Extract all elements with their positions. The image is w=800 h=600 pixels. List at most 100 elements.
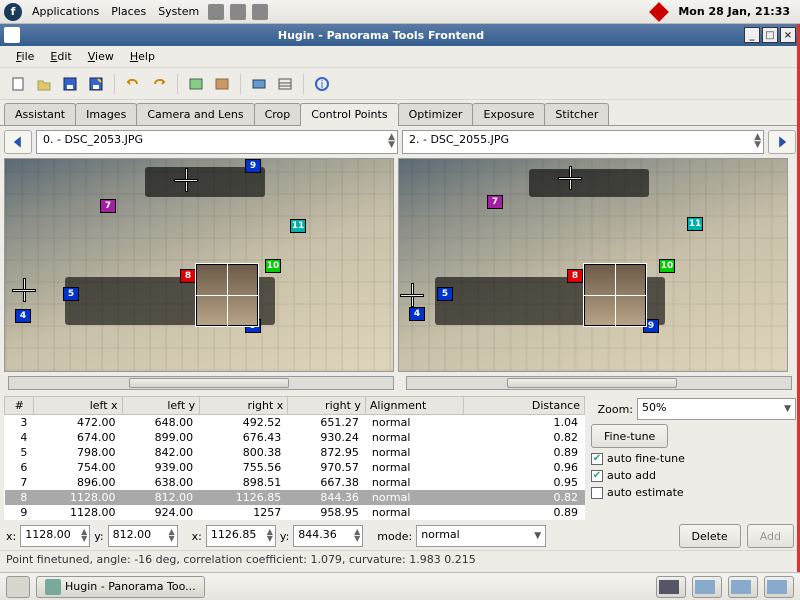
mode-label: mode:: [377, 530, 412, 543]
workspace-1[interactable]: [656, 576, 686, 598]
cp-marker-10[interactable]: 10: [265, 259, 281, 273]
side-controls: Zoom: 50%▼ Fine-tune ✔auto fine-tune ✔au…: [591, 396, 796, 520]
show-desktop-button[interactable]: [6, 576, 30, 598]
cp-marker-4[interactable]: 4: [15, 309, 31, 323]
save-as-button[interactable]: [84, 72, 108, 96]
menu-help[interactable]: Help: [122, 48, 163, 65]
undo-button[interactable]: [121, 72, 145, 96]
taskbar-hugin[interactable]: Hugin - Panorama Too...: [36, 576, 205, 598]
gnome-system-menu[interactable]: System: [152, 3, 205, 20]
clock[interactable]: Mon 28 Jan, 21:33: [678, 5, 790, 18]
cp-marker-8[interactable]: 8: [180, 269, 196, 283]
close-button[interactable]: ×: [780, 27, 796, 43]
minimize-button[interactable]: _: [744, 27, 760, 43]
y2-field[interactable]: 844.36▲▼: [293, 525, 363, 547]
col-id[interactable]: #: [5, 397, 34, 415]
prev-image-button[interactable]: [4, 130, 32, 154]
crosshair-icon: [401, 284, 423, 306]
zoom-label: Zoom:: [591, 403, 633, 416]
next-image-button[interactable]: [768, 130, 796, 154]
crosshair-icon: [175, 169, 197, 191]
y1-field[interactable]: 812.00▲▼: [108, 525, 178, 547]
left-image-hscroll[interactable]: [8, 376, 394, 390]
delete-button[interactable]: Delete: [679, 524, 741, 548]
gnome-applications-menu[interactable]: Applications: [26, 3, 105, 20]
tab-camera-lens[interactable]: Camera and Lens: [136, 103, 254, 125]
cp-marker-8[interactable]: 8: [567, 269, 583, 283]
stitch-button[interactable]: [210, 72, 234, 96]
tab-optimizer[interactable]: Optimizer: [398, 103, 474, 125]
finetune-button[interactable]: Fine-tune: [591, 424, 668, 448]
tab-stitcher[interactable]: Stitcher: [544, 103, 609, 125]
table-row[interactable]: 6754.00939.00755.56970.57normal0.96: [5, 460, 585, 475]
tray-ruby-icon[interactable]: [649, 2, 669, 22]
cp-marker-7[interactable]: 7: [100, 199, 116, 213]
left-image-label: 0. - DSC_2053.JPG: [43, 133, 143, 146]
add-button[interactable]: Add: [747, 524, 794, 548]
cp-marker-11[interactable]: 11: [687, 217, 703, 231]
tray-chart-icon[interactable]: [252, 4, 268, 20]
menu-view[interactable]: View: [80, 48, 122, 65]
gl-preview-button[interactable]: [273, 72, 297, 96]
left-image-select[interactable]: 0. - DSC_2053.JPG▲▼: [36, 130, 398, 154]
mode-select[interactable]: normal▼: [416, 525, 546, 547]
menu-edit[interactable]: Edit: [42, 48, 79, 65]
control-points-table[interactable]: # left x left y right x right y Alignmen…: [4, 396, 585, 520]
table-row[interactable]: 7896.00638.00898.51667.38normal0.95: [5, 475, 585, 490]
workspace-3[interactable]: [728, 576, 758, 598]
table-row[interactable]: 4674.00899.00676.43930.24normal0.82: [5, 430, 585, 445]
right-image-hscroll[interactable]: [406, 376, 792, 390]
tab-control-points[interactable]: Control Points: [300, 103, 398, 126]
open-project-button[interactable]: [32, 72, 56, 96]
tab-crop[interactable]: Crop: [254, 103, 302, 125]
col-right-y[interactable]: right y: [288, 397, 366, 415]
right-image-select[interactable]: 2. - DSC_2055.JPG▲▼: [402, 130, 764, 154]
cp-marker-9[interactable]: 9: [245, 159, 261, 173]
cp-marker-11[interactable]: 11: [290, 219, 306, 233]
table-row[interactable]: 91128.00924.001257958.95normal0.89: [5, 505, 585, 520]
cp-marker-7[interactable]: 7: [487, 195, 503, 209]
table-row[interactable]: 3472.00648.00492.52651.27normal1.04: [5, 415, 585, 431]
info-button[interactable]: i: [310, 72, 334, 96]
gnome-places-menu[interactable]: Places: [105, 3, 152, 20]
col-right-x[interactable]: right x: [200, 397, 288, 415]
menubar: File Edit View Help: [0, 46, 800, 68]
save-button[interactable]: [58, 72, 82, 96]
tab-exposure[interactable]: Exposure: [472, 103, 545, 125]
maximize-button[interactable]: □: [762, 27, 778, 43]
auto-estimate-checkbox[interactable]: auto estimate: [591, 486, 796, 499]
preview-button[interactable]: [247, 72, 271, 96]
tray-monitor-icon[interactable]: [208, 4, 224, 20]
auto-finetune-checkbox[interactable]: ✔auto fine-tune: [591, 452, 796, 465]
crosshair-icon: [559, 167, 581, 189]
titlebar[interactable]: Hugin - Panorama Tools Frontend _ □ ×: [0, 24, 800, 46]
x2-field[interactable]: 1126.85▲▼: [206, 525, 276, 547]
tray-disk-icon[interactable]: [230, 4, 246, 20]
col-left-y[interactable]: left y: [122, 397, 200, 415]
menu-file[interactable]: File: [8, 48, 42, 65]
tab-assistant[interactable]: Assistant: [4, 103, 76, 125]
right-image-viewport[interactable]: 7 11 10 5 4 8 9: [398, 158, 788, 372]
workspace-2[interactable]: [692, 576, 722, 598]
y1-label: y:: [94, 530, 103, 543]
cp-marker-4[interactable]: 4: [409, 307, 425, 321]
redo-button[interactable]: [147, 72, 171, 96]
tab-images[interactable]: Images: [75, 103, 137, 125]
col-alignment[interactable]: Alignment: [365, 397, 463, 415]
zoom-select[interactable]: 50%▼: [637, 398, 796, 420]
auto-add-checkbox[interactable]: ✔auto add: [591, 469, 796, 482]
table-row[interactable]: 5798.00842.00800.38872.95normal0.89: [5, 445, 585, 460]
x1-field[interactable]: 1128.00▲▼: [20, 525, 90, 547]
left-image-viewport[interactable]: 7 11 10 5 4 8 9 9: [4, 158, 394, 372]
cp-marker-5[interactable]: 5: [437, 287, 453, 301]
add-images-button[interactable]: [184, 72, 208, 96]
table-row[interactable]: 81128.00812.001126.85844.36normal0.82: [5, 490, 585, 505]
cp-marker-10[interactable]: 10: [659, 259, 675, 273]
workspace-4[interactable]: [764, 576, 794, 598]
col-distance[interactable]: Distance: [464, 397, 585, 415]
cp-marker-5[interactable]: 5: [63, 287, 79, 301]
fedora-logo-icon[interactable]: f: [4, 3, 22, 21]
col-left-x[interactable]: left x: [34, 397, 122, 415]
new-project-button[interactable]: [6, 72, 30, 96]
crosshair-icon: [13, 279, 35, 301]
